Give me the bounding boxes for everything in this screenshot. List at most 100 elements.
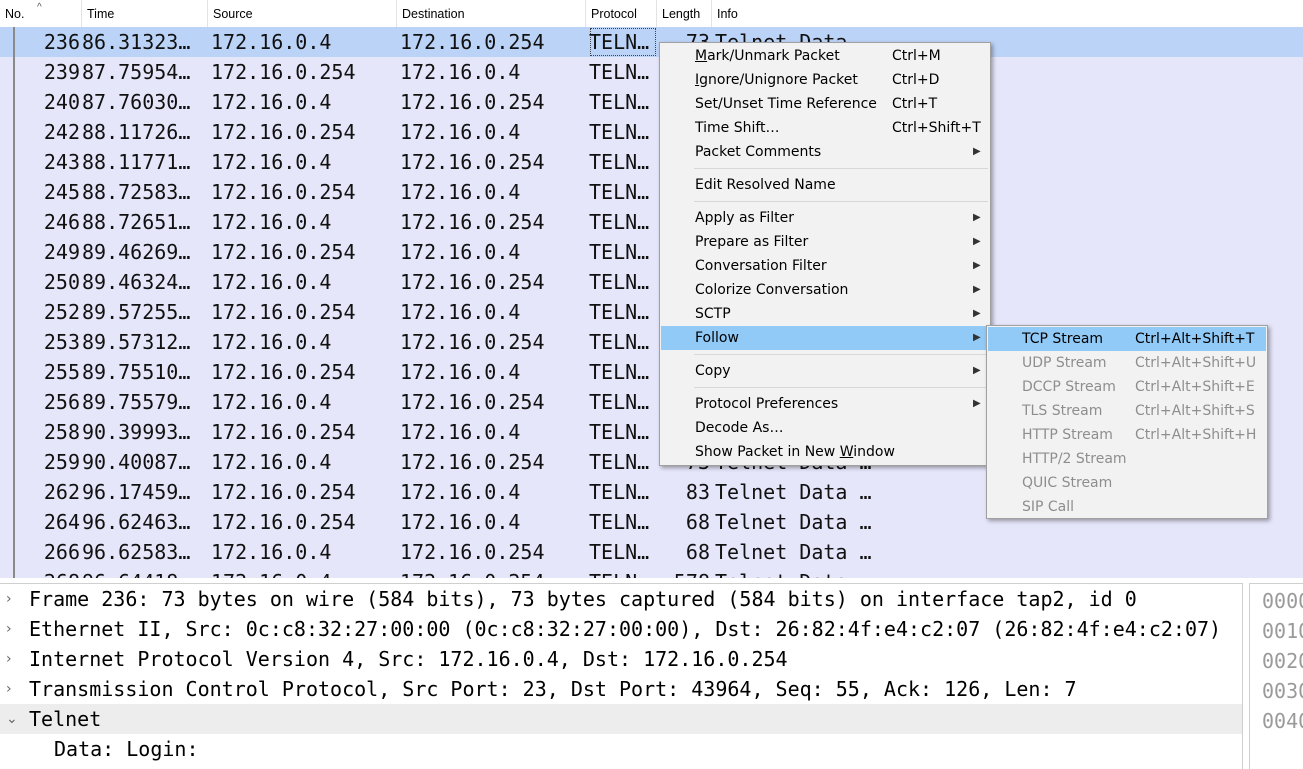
packet-time: 86.31323… (82, 30, 191, 54)
submenu-item-tcp-stream[interactable]: TCP Stream Ctrl+Alt+Shift+T (988, 327, 1266, 351)
packet-protocol: TELN… (589, 210, 650, 234)
submenu-item-label: TLS Stream (1022, 403, 1103, 419)
column-header-protocol[interactable]: Protocol (586, 0, 657, 27)
packet-destination: 172.16.0.254 (400, 30, 545, 54)
expand-arrow-icon[interactable]: › (6, 614, 20, 644)
submenu-item-sip-call[interactable]: SIP Call (988, 495, 1266, 519)
packet-number: 264 (43, 510, 80, 534)
submenu-item-dccp-stream[interactable]: DCCP Stream Ctrl+Alt+Shift+E (988, 375, 1266, 399)
packet-details-pane[interactable]: › Frame 236: 73 bytes on wire (584 bits),… (0, 583, 1243, 769)
menu-item-label: Mark/Unmark Packet (695, 44, 840, 68)
menu-item-ignore-unignore-packet[interactable]: Ignore/Unignore Packet Ctrl+D (661, 68, 989, 92)
packet-destination: 172.16.0.4 (400, 120, 521, 144)
submenu-item-http-stream[interactable]: HTTP Stream Ctrl+Alt+Shift+H (988, 423, 1266, 447)
column-header-info[interactable]: Info (712, 0, 1303, 27)
menu-label-part: Edit Resolved Name (695, 177, 836, 193)
menu-item-show-packet-in-new-window[interactable]: Show Packet in New Window (661, 440, 989, 464)
menu-item-decode-as[interactable]: Decode As… (661, 416, 989, 440)
packet-source: 172.16.0.4 (211, 567, 396, 578)
packet-number: 262 (43, 480, 80, 504)
packet-protocol: TELN… (589, 300, 650, 324)
menu-item-edit-resolved-name[interactable]: Edit Resolved Name (661, 173, 989, 197)
submenu-item-udp-stream[interactable]: UDP Stream Ctrl+Alt+Shift+U (988, 351, 1266, 375)
packet-number: 266 (43, 540, 80, 564)
submenu-arrow-icon: ▶ (973, 308, 981, 319)
detail-tree-item[interactable]: › Transmission Control Protocol, Src Port… (0, 674, 1242, 704)
packet-row[interactable]: 243 88.11771… 172.16.0.4 172.16.0.254 TELN… (0, 147, 1303, 177)
menu-item-packet-comments[interactable]: Packet Comments ▶ (661, 140, 989, 164)
packet-row[interactable]: 250 89.46324… 172.16.0.4 172.16.0.254 TELN… (0, 267, 1303, 297)
packet-destination: 172.16.0.254 (400, 450, 545, 474)
detail-tree-item[interactable]: › Internet Protocol Version 4, Src: 172.1… (0, 644, 1242, 674)
menu-separator (694, 387, 988, 388)
menu-item-colorize-conversation[interactable]: Colorize Conversation ▶ (661, 278, 989, 302)
menu-item-sctp[interactable]: SCTP ▶ (661, 302, 989, 326)
packet-source: 172.16.0.4 (211, 390, 332, 414)
column-header-time[interactable]: Time (82, 0, 208, 27)
column-header-label: No. (5, 7, 25, 21)
packet-source: 172.16.0.4 (211, 450, 332, 474)
packet-bytes-pane[interactable]: 0000 0010 0020 0030 0040 (1249, 583, 1303, 769)
packet-number: 243 (43, 150, 80, 174)
submenu-item-label: TCP Stream (1022, 331, 1104, 347)
submenu-item-http-2-stream[interactable]: HTTP/2 Stream (988, 447, 1266, 471)
packet-row[interactable]: 266 96.62583… 172.16.0.4 172.16.0.254 TELN… 6… (0, 537, 1303, 567)
expand-arrow-icon[interactable]: › (6, 584, 20, 614)
menu-item-copy[interactable]: Copy ▶ (661, 359, 989, 383)
packet-number: 242 (43, 120, 80, 144)
menu-item-label: Show Packet in New Window (695, 440, 895, 464)
packet-row-selected[interactable]: 23686.31323…172.16.0.4172.16.0.254TELN…7… (0, 27, 1303, 57)
packet-destination: 172.16.0.4 (400, 360, 521, 384)
column-header-source[interactable]: Source (208, 0, 397, 27)
menu-item-label: Prepare as Filter (695, 230, 808, 254)
menu-item-time-shift[interactable]: Time Shift… Ctrl+Shift+T (661, 116, 989, 140)
detail-tree-item[interactable]: Data: Login: (0, 734, 1242, 764)
packet-number: 252 (43, 300, 80, 324)
hex-offset: 0030 (1262, 679, 1303, 703)
menu-item-set-unset-time-reference[interactable]: Set/Unset Time Reference Ctrl+T (661, 92, 989, 116)
packet-row[interactable]: 240 87.76030… 172.16.0.4 172.16.0.254 TELN… (0, 87, 1303, 117)
column-header-length[interactable]: Length (657, 0, 712, 27)
column-header-no[interactable]: No. ^ (0, 0, 82, 27)
menu-label-part: Protocol Preferences (695, 396, 839, 412)
packet-row[interactable]: 245 88.72583… 172.16.0.254 172.16.0.4 TELN… (0, 177, 1303, 207)
packet-protocol: TELN… (589, 180, 650, 204)
packet-length: 578 (657, 567, 710, 578)
collapse-arrow-icon[interactable]: ⌄ (6, 704, 20, 734)
packet-row[interactable]: 239 87.75954… 172.16.0.254 172.16.0.4 TELN… (0, 57, 1303, 87)
packet-protocol: TELN… (589, 270, 650, 294)
menu-item-label: Ignore/Unignore Packet (695, 68, 858, 92)
submenu-item-label: HTTP/2 Stream (1022, 451, 1127, 467)
packet-protocol: TELN… (589, 420, 650, 444)
expand-arrow-icon[interactable]: › (6, 674, 20, 704)
packet-destination: 172.16.0.254 (400, 270, 545, 294)
submenu-item-quic-stream[interactable]: QUIC Stream (988, 471, 1266, 495)
packet-number: 250 (43, 270, 80, 294)
packet-row[interactable]: 249 89.46269… 172.16.0.254 172.16.0.4 TELN… (0, 237, 1303, 267)
submenu-item-tls-stream[interactable]: TLS Stream Ctrl+Alt+Shift+S (988, 399, 1266, 423)
submenu-arrow-icon: ▶ (973, 398, 981, 409)
detail-tree-item[interactable]: › Ethernet II, Src: 0c:c8:32:27:00:00 (0c… (0, 614, 1242, 644)
menu-item-apply-as-filter[interactable]: Apply as Filter ▶ (661, 206, 989, 230)
submenu-shortcut: Ctrl+Alt+Shift+H (1135, 427, 1257, 443)
packet-row[interactable]: 252 89.57255… 172.16.0.254 172.16.0.4 TELN… (0, 297, 1303, 327)
packet-time: 89.75579… (82, 390, 191, 414)
packet-destination: 172.16.0.4 (400, 300, 521, 324)
submenu-item-label: SIP Call (1022, 499, 1075, 515)
detail-tree-item[interactable]: ⌄ Telnet (0, 704, 1242, 734)
expand-arrow-icon[interactable]: › (6, 644, 20, 674)
packet-row[interactable]: 26896.64418…172.16.0.4 172.16.0.254 TELN…5… (0, 567, 1303, 578)
packet-row[interactable]: 242 88.11726… 172.16.0.254 172.16.0.4 TELN… (0, 117, 1303, 147)
submenu-arrow-icon: ▶ (973, 332, 981, 343)
menu-item-mark-unmark-packet[interactable]: Mark/Unmark Packet Ctrl+M (661, 44, 989, 68)
menu-item-follow[interactable]: Follow ▶ (661, 326, 989, 350)
packet-time: 88.72651… (82, 210, 191, 234)
detail-tree-item[interactable]: › Frame 236: 73 bytes on wire (584 bits),… (0, 584, 1242, 614)
packet-row[interactable]: 246 88.72651… 172.16.0.4 172.16.0.254 TELN… (0, 207, 1303, 237)
menu-item-conversation-filter[interactable]: Conversation Filter ▶ (661, 254, 989, 278)
packet-number: 268 (0, 567, 80, 578)
menu-item-prepare-as-filter[interactable]: Prepare as Filter ▶ (661, 230, 989, 254)
menu-item-protocol-preferences[interactable]: Protocol Preferences ▶ (661, 392, 989, 416)
packet-time: 96.64418… (82, 567, 208, 578)
column-header-destination[interactable]: Destination (397, 0, 586, 27)
